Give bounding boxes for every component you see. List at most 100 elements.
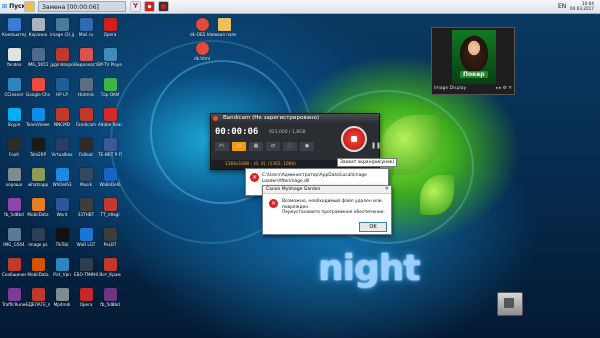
record-stop-button[interactable] [341, 126, 367, 152]
desktop-icon[interactable]: Musik [74, 168, 98, 187]
desktop-icon-label: Tele2RP [29, 152, 47, 157]
desktop-icon[interactable]: BY-TV Player [98, 48, 122, 67]
desktop-icon[interactable]: Fandicam [74, 108, 98, 127]
swap-icon[interactable]: ⇄ [266, 142, 280, 151]
desktop-icon[interactable]: Skype [2, 108, 26, 127]
taskbar-opera-icon[interactable] [144, 1, 155, 12]
desktop-icon[interactable]: Тор ОКИ [98, 78, 122, 97]
desktop-icon[interactable]: TikTok [50, 228, 74, 247]
desktop-icon[interactable]: Видеохостинг [74, 48, 98, 67]
desktop-icon[interactable]: Hotmils [74, 78, 98, 97]
desktop-icon[interactable]: WoB LGT [74, 228, 98, 247]
error-dialog-title: Canon MyImage Garden [263, 186, 391, 194]
desktop-icon[interactable]: jpgindexpo [50, 48, 74, 67]
desktop-icon[interactable]: Opera [98, 18, 122, 37]
desktop-icon[interactable]: Yandex [2, 48, 26, 67]
screen-mode-icon[interactable]: ▭ [232, 142, 246, 151]
image-display-controls[interactable]: ◂ ▸ ⚙ ✕ [495, 86, 512, 91]
desktop-icon[interactable]: MobilData [26, 258, 50, 277]
desktop-icon[interactable]: dk.html [190, 42, 214, 61]
desktop-icon[interactable]: image (2).jpg [50, 18, 74, 37]
desktop-icon-image [217, 18, 231, 31]
desktop-icon[interactable]: dk-ОБ5.html [190, 18, 214, 37]
desktop-icon[interactable]: Foxit [2, 138, 26, 157]
taskbar-yandex-icon[interactable]: Y [130, 1, 141, 12]
taskbar-bandicam-icon[interactable] [158, 1, 169, 12]
desktop-icon-image [31, 108, 45, 121]
desktop-icon[interactable]: Вот_Крам [98, 258, 122, 277]
desktop-icon[interactable]: РеLBT [98, 228, 122, 247]
desktop-icon-label: IMG_G564 [3, 242, 25, 247]
game-mode-icon[interactable]: 🎮 [215, 142, 229, 151]
error-icon: ✕ [269, 199, 278, 208]
desktop-icon[interactable]: Virtualbox [50, 138, 74, 157]
desktop-icon[interactable]: Корзина [26, 18, 50, 37]
desktop-icon[interactable]: IMG_5651 [26, 48, 50, 67]
taskbar-folder-icon[interactable] [24, 1, 35, 12]
desktop-icon[interactable]: Opera [74, 288, 98, 307]
image-display-badge: Покер [460, 71, 488, 78]
desktop-icon[interactable]: Mp4mdi [50, 288, 74, 307]
desktop-icon[interactable]: Tele2RP [26, 138, 50, 157]
desktop-icon[interactable]: Mail.ru [74, 18, 98, 37]
desktop-icon[interactable]: ТЕ-ИВТ Р-Пульс [98, 138, 122, 157]
desktop-icon-label: Google Chrome [26, 92, 50, 97]
desktop-icon[interactable]: MobilData [26, 198, 50, 217]
desktop-icon[interactable]: IMG_G564 [2, 228, 26, 247]
desktop-icon[interactable]: WhDel63 [50, 168, 74, 187]
error-dialog[interactable]: Canon MyImage Garden ✕ ✕ Возможно, необх… [262, 185, 392, 235]
desktop-icon-image [7, 108, 21, 121]
error-dialog-back-message: C:\Users\Администратор\AppData\Local\ima… [262, 173, 367, 184]
desktop-icon[interactable]: Pict_Vpn [50, 258, 74, 277]
desktop-icon-label: HP LP [56, 92, 68, 97]
desktop-icon-image [103, 228, 117, 241]
desktop-icon[interactable]: HP LP [50, 78, 74, 97]
bandicam-titlebar[interactable]: Bandicam (Не зарегистрировано) [211, 114, 379, 123]
desktop-icon[interactable]: WaBsDel6 [98, 168, 122, 187]
desktop-icon[interactable]: Adobe Reader X [98, 108, 122, 127]
desktop-icon[interactable]: хорошо [2, 168, 26, 187]
desktop-icon[interactable]: Google Chrome [26, 78, 50, 97]
desktop-icon-label: TikTok [55, 242, 69, 247]
desktop-icon[interactable]: fb_5d8bd [98, 288, 122, 307]
desktop-icon[interactable]: Компьютер [2, 18, 26, 37]
desktop-icon[interactable]: TT_rdlagi [98, 198, 122, 217]
ok-button[interactable]: OK [359, 222, 387, 232]
desktop-icon-label: ЕДЕЛАГЕ_mp4 [26, 302, 50, 307]
start-button[interactable]: ⊞ Пуск [2, 1, 26, 12]
taskbar-item-recording[interactable]: Замена [00:00:06] [38, 1, 126, 12]
desktop-icon[interactable]: новая папка [212, 18, 236, 37]
error-dialog-line2: Переустановите программное обеспечение. [282, 210, 386, 215]
desktop-icon[interactable]: ЗЗТНВТ [74, 198, 98, 217]
desktop-icon[interactable]: ЕДЕЛАГЕ_mp4 [26, 288, 50, 307]
desktop-icon-image [7, 78, 21, 91]
desktop-icon[interactable]: TrafficRunes [2, 288, 26, 307]
tray-language[interactable]: EN [558, 1, 566, 12]
desktop-icon[interactable]: CCleaner [2, 78, 26, 97]
desktop-icon[interactable]: ЕБО-ТМИНО [74, 258, 98, 277]
desktop-icon[interactable]: Fallout [74, 138, 98, 157]
desktop-icon[interactable]: TeamViewer [26, 108, 50, 127]
desktop-icon[interactable]: whatsapp [26, 168, 50, 187]
desktop-icon-image [55, 288, 69, 301]
tray-clock[interactable]: 10:04 04.03.2017 [570, 1, 594, 12]
bandicam-title: Bandicam (Не зарегистрировано) [223, 115, 320, 121]
bandicam-app-icon [213, 116, 218, 121]
device-icon[interactable]: ◉ [300, 142, 314, 151]
desktop-icon[interactable]: Сообщения [2, 258, 26, 277]
desktop-icon-image [31, 258, 45, 271]
desktop-icon[interactable]: fb_5d8bd [2, 198, 26, 217]
desktop-icon-image [7, 48, 21, 61]
close-icon[interactable]: ✕ [385, 186, 389, 193]
desktop-icon[interactable]: NNCMD [50, 108, 74, 127]
webcam-icon[interactable]: 🎥 [283, 142, 297, 151]
desktop-icon-label: Сообщения [2, 272, 26, 277]
desktop-icon[interactable]: image ps [26, 228, 50, 247]
pause-icon[interactable]: ❚❚ [371, 142, 381, 150]
desktop-icon-label: хорошо [5, 182, 23, 187]
recycle-bin-icon[interactable] [497, 292, 523, 316]
fullscreen-icon[interactable]: ▦ [249, 142, 263, 151]
desktop-icon-image [31, 48, 45, 61]
desktop-icon[interactable]: Word [50, 198, 74, 217]
image-display-widget[interactable]: Покер Image Display ◂ ▸ ⚙ ✕ [431, 27, 515, 95]
